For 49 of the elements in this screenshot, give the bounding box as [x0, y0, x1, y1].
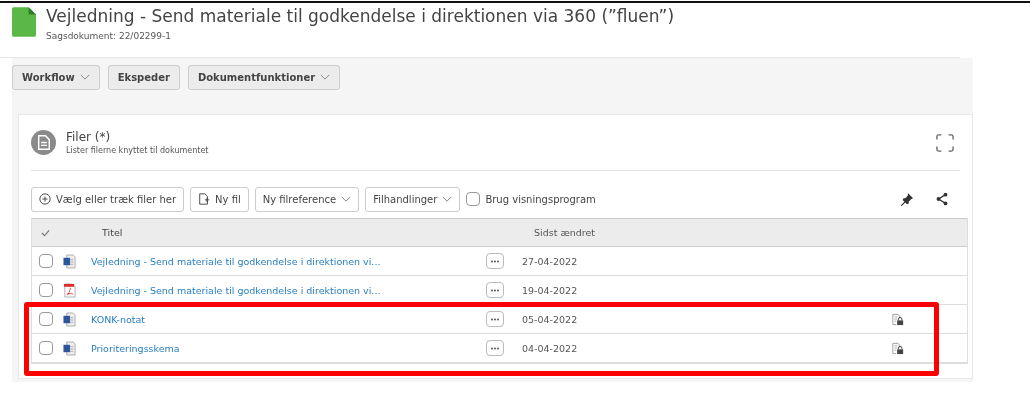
file-link[interactable]: Vejledning - Send materiale til godkendelse i direktionen vi... [91, 284, 486, 296]
column-header[interactable]: Sidst ændret [534, 227, 904, 238]
date-cell-text: 05-04-2022 [522, 313, 579, 325]
add-icon [39, 193, 51, 205]
panel-title: Filer (*) [66, 130, 112, 144]
caret-icon [341, 195, 352, 203]
file-action-button[interactable]: Ny filreference [254, 186, 360, 212]
toolbar-button[interactable]: Ekspeder [107, 65, 180, 90]
more-button[interactable] [486, 253, 504, 269]
word-file-icon [63, 311, 76, 327]
word-file-icon [63, 340, 76, 356]
checkbox[interactable] [466, 192, 481, 206]
caret-icon [442, 195, 453, 203]
file-action-button[interactable]: Ny fil [190, 186, 249, 212]
more-button[interactable] [486, 340, 504, 356]
toolbar-button[interactable]: Workflow [12, 65, 100, 90]
word-file-icon [63, 253, 76, 269]
file-action-button[interactable]: Filhandlinger [365, 186, 461, 212]
more-button[interactable] [486, 282, 504, 298]
row-checkbox[interactable] [39, 254, 53, 268]
document-icon [12, 6, 36, 38]
date-cell-text: 27-04-2022 [522, 255, 579, 267]
more-icon [490, 259, 500, 263]
fullscreen-icon[interactable] [936, 133, 954, 152]
document-subtitle: Sagsdokument: 22/02299-1 [46, 31, 172, 41]
document-icon [31, 130, 56, 155]
file-link[interactable]: Vejledning - Send materiale til godkendelse i direktionen vi... [91, 255, 486, 267]
panel-subtitle: Lister filerne knyttet til dokumentet [66, 146, 209, 155]
checkbox-label: Brug visningsprogram [485, 193, 596, 205]
document-title: Vejledning - Send materiale til godkendelse i direktionen via 360 (”fluen”) [46, 5, 675, 27]
date-cell-text: 04-04-2022 [522, 342, 579, 354]
more-icon [490, 288, 500, 292]
toolbar-button[interactable]: Dokumentfunktioner [187, 65, 341, 90]
column-header[interactable]: Titel [102, 227, 534, 238]
file-link[interactable]: Prioriteringsskema [91, 342, 486, 354]
row-checkbox[interactable] [39, 312, 53, 326]
pdf-file-icon [63, 282, 76, 298]
date-cell-text: 19-04-2022 [522, 284, 579, 296]
new-file-icon [198, 193, 211, 205]
row-checkbox[interactable] [39, 283, 53, 297]
share-icon[interactable] [935, 192, 949, 206]
row-checkbox[interactable] [39, 341, 53, 355]
more-icon [490, 317, 500, 321]
file-action-button[interactable]: Vælg eller træk filer her [31, 186, 185, 212]
pin-icon[interactable] [900, 192, 914, 206]
check-icon[interactable] [41, 228, 50, 237]
more-icon [490, 346, 500, 350]
file-link[interactable]: KONK-notat [91, 313, 486, 325]
more-button[interactable] [486, 311, 504, 327]
